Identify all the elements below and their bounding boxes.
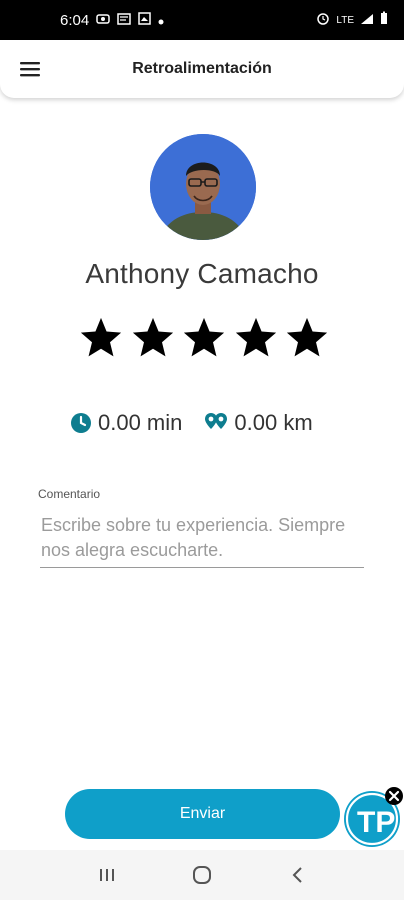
location-pins-icon [205,413,228,429]
star-icon-2[interactable] [130,315,176,361]
home-icon[interactable] [182,855,222,895]
star-icon-3[interactable] [181,315,227,361]
comment-field[interactable] [40,512,364,568]
duration-value: 0.00 min [98,410,183,435]
gallery-icon [138,11,151,29]
star-icon-5[interactable] [284,315,330,361]
battery-icon [380,11,388,29]
user-name: Anthony Camacho [85,258,319,289]
feedback-screen: 6:04 LTE Retroalimentación Anthony Camac… [0,0,404,900]
notification-icon [96,12,110,29]
page-title: Retroalimentación [132,60,272,77]
tp-logo-text: TP [357,806,395,839]
duration-metric: 0.00 min [70,410,182,436]
dot-icon [158,12,164,29]
comment-label: Comentario [38,487,101,501]
recent-apps-icon[interactable] [87,855,127,895]
hamburger-menu-icon[interactable] [16,56,44,82]
trip-metrics: 0.00 min 0.00 km [70,405,313,441]
star-icon-1[interactable] [78,315,124,361]
send-button[interactable]: Enviar [65,789,340,839]
distance-metric: 0.00 km [204,410,313,436]
app-header: Retroalimentación [0,40,404,98]
distance-value: 0.00 km [234,410,313,435]
alarm-icon [316,11,330,29]
status-time: 6:04 [60,11,90,29]
message-icon [117,12,131,29]
back-icon[interactable] [277,855,317,895]
clock-icon [71,413,91,433]
star-rating [78,314,330,362]
network-type: LTE [336,14,354,26]
avatar [150,134,256,240]
system-nav-bar [0,850,404,900]
signal-icon [360,12,374,29]
status-bar: 6:04 LTE [0,0,404,40]
star-icon-4[interactable] [233,315,279,361]
tp-floating-badge[interactable]: TP [342,786,404,848]
